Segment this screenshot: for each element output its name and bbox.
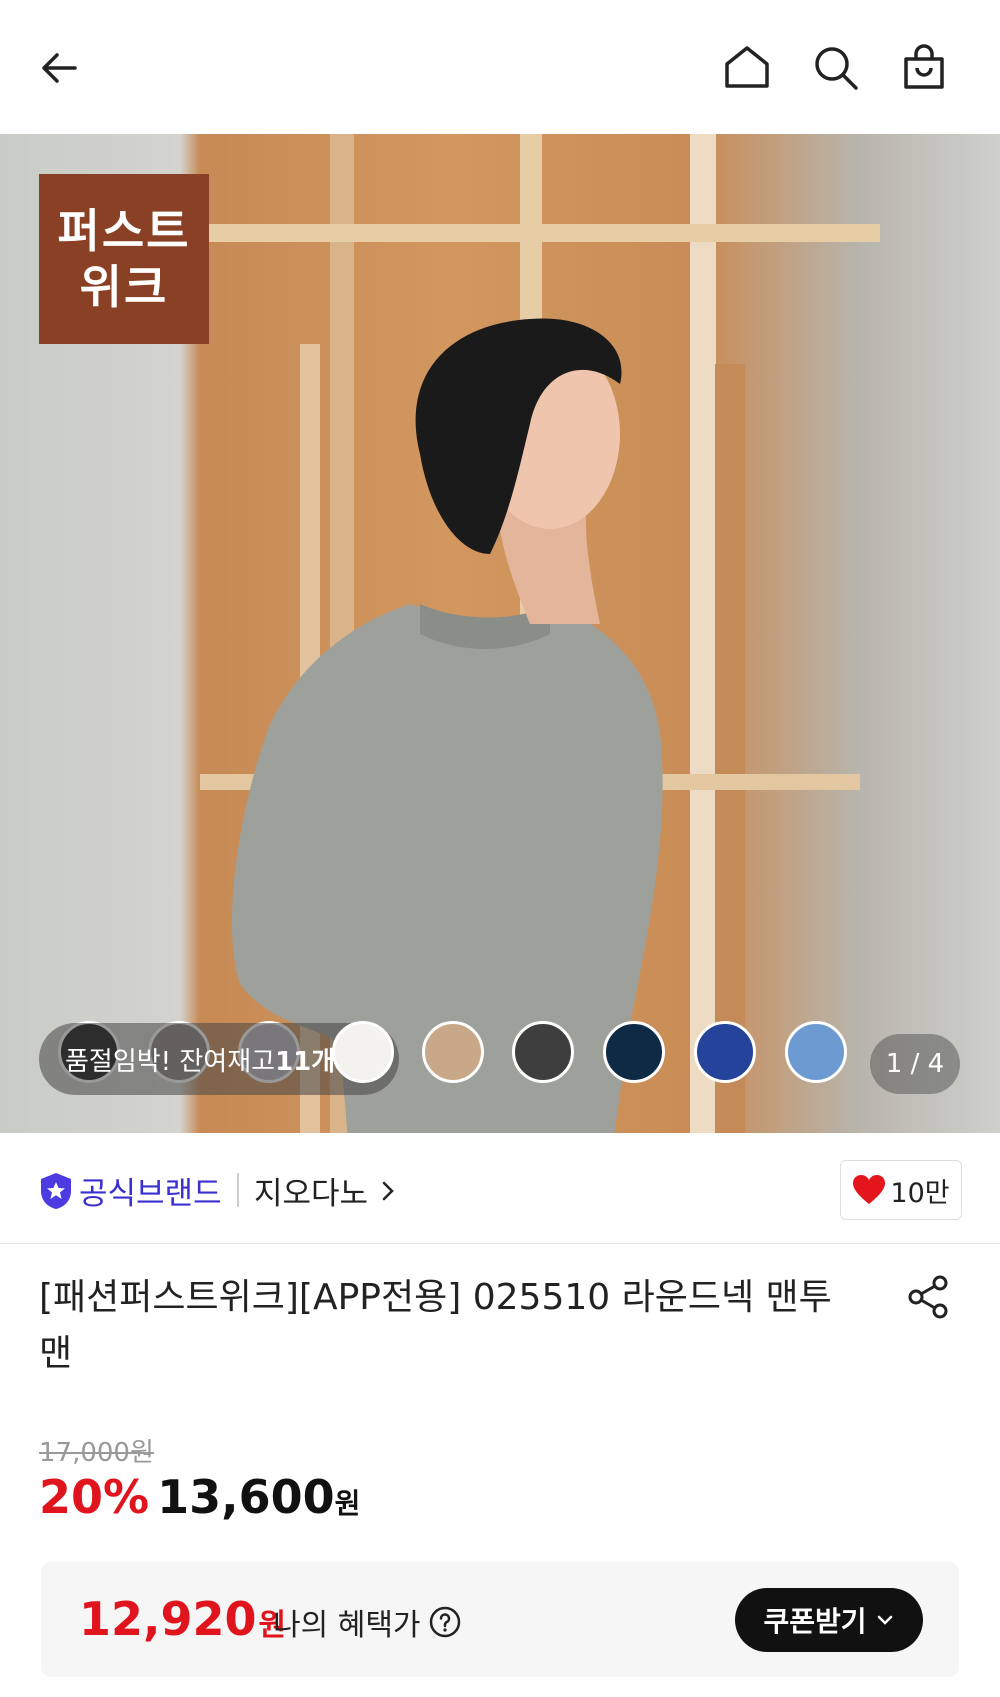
brand-name: 지오다노 xyxy=(254,1176,369,1212)
shopping-bag-icon[interactable] xyxy=(894,38,954,98)
like-count: 10만 xyxy=(890,1177,950,1209)
stock-text: 품절임박! 잔여재고 xyxy=(65,1046,276,1077)
discount-rate: 20% xyxy=(39,1470,150,1524)
chevron-down-icon xyxy=(877,1615,892,1625)
price-currency: 원 xyxy=(334,1487,361,1520)
benefit-label-text: 나의 혜택가 xyxy=(273,1608,421,1643)
background-plank xyxy=(715,364,745,1133)
help-icon[interactable] xyxy=(429,1606,461,1638)
official-brand-text: 공식브랜드 xyxy=(79,1176,222,1212)
official-brand-label: 공식브랜드 xyxy=(39,1168,222,1213)
product-title: [패션퍼스트위크][APP전용] 025510 라운드넥 맨투맨 xyxy=(39,1277,832,1374)
top-bar xyxy=(0,0,1000,134)
sale-price-line: 20% 13,600 원 xyxy=(39,1470,360,1524)
coupon-button-label: 쿠폰받기 xyxy=(763,1605,867,1638)
brand-row: 공식브랜드 지오다노 10만 xyxy=(0,1133,1000,1244)
brand-link[interactable]: 지오다노 xyxy=(254,1168,400,1213)
color-swatch-blue[interactable] xyxy=(694,1021,756,1083)
search-icon[interactable] xyxy=(806,38,866,98)
color-swatch-beige[interactable] xyxy=(422,1021,484,1083)
chevron-right-icon xyxy=(382,1181,394,1200)
badge-line-2: 위크 xyxy=(79,260,169,314)
sale-price: 13,600 xyxy=(157,1470,335,1524)
benefit-price-value: 12,920 xyxy=(79,1592,257,1646)
color-swatch-navy[interactable] xyxy=(603,1021,665,1083)
product-image[interactable]: 퍼스트 위크 xyxy=(0,134,1000,1133)
share-icon[interactable] xyxy=(904,1272,954,1322)
color-swatch-charcoal[interactable] xyxy=(512,1021,574,1083)
back-arrow-icon[interactable] xyxy=(30,38,90,98)
benefit-box: 12,920 원 나의 혜택가 쿠폰받기 xyxy=(41,1562,959,1677)
badge-line-1: 퍼스트 xyxy=(57,204,191,258)
color-swatch-white[interactable] xyxy=(332,1021,394,1083)
benefit-label: 나의 혜택가 xyxy=(273,1600,461,1644)
coupon-button[interactable]: 쿠폰받기 xyxy=(735,1588,923,1652)
image-pager: 1 / 4 xyxy=(870,1034,960,1094)
first-week-badge: 퍼스트 위크 xyxy=(39,174,209,344)
color-swatch-sky-blue[interactable] xyxy=(785,1021,847,1083)
benefit-price: 12,920 원 xyxy=(79,1592,286,1646)
home-icon[interactable] xyxy=(717,38,777,98)
like-button[interactable]: 10만 xyxy=(840,1160,962,1220)
official-badge-icon xyxy=(41,1172,71,1209)
divider xyxy=(237,1173,239,1207)
background-plank xyxy=(200,224,880,242)
original-price: 17,000원 xyxy=(39,1438,154,1468)
heart-icon xyxy=(853,1175,886,1204)
model-head xyxy=(415,318,622,624)
